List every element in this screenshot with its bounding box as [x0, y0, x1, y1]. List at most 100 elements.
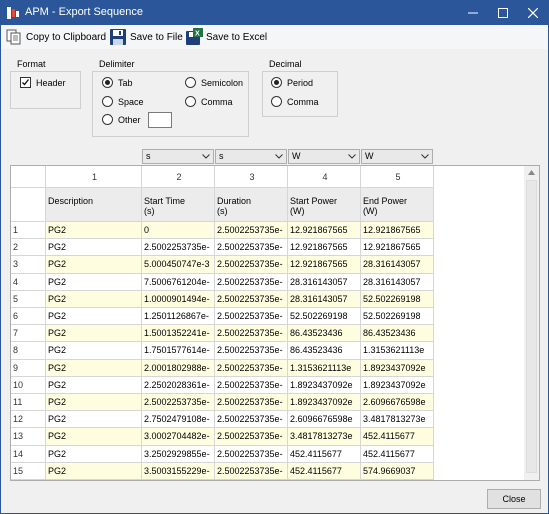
table-cell[interactable]: PG2	[46, 290, 142, 308]
delimiter-tab-radio[interactable]: Tab	[102, 77, 133, 88]
table-cell[interactable]: 1.2501126867e-	[142, 308, 215, 326]
delimiter-other-radio[interactable]: Other	[102, 114, 141, 125]
minimize-button[interactable]	[458, 1, 488, 25]
table-cell[interactable]: PG2	[46, 359, 142, 377]
table-cell[interactable]: 1.3153621113e	[361, 342, 434, 360]
table-cell[interactable]: 1.3153621113e	[288, 359, 361, 377]
table-cell[interactable]: 2.5002253735e-	[215, 428, 288, 446]
decimal-period-radio[interactable]: Period	[271, 77, 313, 88]
table-cell[interactable]: 2.5002253735e-	[215, 222, 288, 240]
table-cell[interactable]: PG2	[46, 308, 142, 326]
decimal-comma-radio[interactable]: Comma	[271, 96, 319, 107]
column-number-header[interactable]: 3	[215, 166, 288, 188]
table-cell[interactable]: 2.5002253735e-	[215, 290, 288, 308]
table-cell[interactable]: 2.2502028361e-	[142, 376, 215, 394]
close-button[interactable]: Close	[487, 489, 541, 509]
table-cell[interactable]: PG2	[46, 222, 142, 240]
table-cell[interactable]: 2.5002253735e-	[142, 239, 215, 257]
table-cell[interactable]: 2.5002253735e-	[215, 342, 288, 360]
table-cell[interactable]: 2.5002253735e-	[215, 308, 288, 326]
table-cell[interactable]: 2.5002253735e-	[215, 325, 288, 343]
table-cell[interactable]: 28.316143057	[361, 273, 434, 291]
delimiter-semicolon-radio[interactable]: Semicolon	[185, 77, 243, 88]
delimiter-space-radio[interactable]: Space	[102, 96, 144, 107]
table-cell[interactable]: 28.316143057	[361, 256, 434, 274]
unit-select-duration[interactable]: s	[215, 149, 287, 164]
header-checkbox[interactable]: Header	[20, 77, 66, 88]
title-bar[interactable]: APM - Export Sequence	[1, 1, 548, 25]
column-number-header[interactable]: 5	[361, 166, 434, 188]
table-cell[interactable]: 2.5002253735e-	[215, 376, 288, 394]
table-cell[interactable]: PG2	[46, 239, 142, 257]
table-cell[interactable]: 2.5002253735e-	[215, 239, 288, 257]
table-cell[interactable]: PG2	[46, 394, 142, 412]
table-cell[interactable]: PG2	[46, 411, 142, 429]
table-cell[interactable]: 28.316143057	[288, 273, 361, 291]
copy-to-clipboard-button[interactable]: Copy to Clipboard	[5, 27, 106, 47]
table-cell[interactable]: 12.921867565	[288, 239, 361, 257]
table-cell[interactable]: 52.502269198	[361, 290, 434, 308]
table-cell[interactable]: 0	[142, 222, 215, 240]
table-cell[interactable]: 1.5001352241e-	[142, 325, 215, 343]
column-number-header[interactable]: 4	[288, 166, 361, 188]
table-cell[interactable]: PG2	[46, 325, 142, 343]
table-cell[interactable]: PG2	[46, 462, 142, 480]
table-cell[interactable]: 2.6096676598e	[288, 411, 361, 429]
table-cell[interactable]: 1.8923437092e	[288, 394, 361, 412]
unit-select-start-time[interactable]: s	[142, 149, 214, 164]
column-name-header[interactable]: Start Time (s)	[142, 188, 215, 222]
vertical-scrollbar[interactable]	[524, 166, 539, 480]
table-cell[interactable]: PG2	[46, 428, 142, 446]
delimiter-other-input[interactable]	[148, 112, 172, 128]
column-name-header[interactable]: Duration (s)	[215, 188, 288, 222]
table-cell[interactable]: 3.4817813273e	[288, 428, 361, 446]
table-cell[interactable]: 3.2502929855e-	[142, 445, 215, 463]
table-cell[interactable]: 12.921867565	[288, 256, 361, 274]
unit-select-end-power[interactable]: W	[361, 149, 433, 164]
close-window-button[interactable]	[518, 1, 548, 25]
table-cell[interactable]: 1.0000901494e-	[142, 290, 215, 308]
table-cell[interactable]: 2.7502479108e-	[142, 411, 215, 429]
table-cell[interactable]: 3.5003155229e-	[142, 462, 215, 480]
column-name-header[interactable]: End Power (W)	[361, 188, 434, 222]
table-cell[interactable]: 2.5002253735e-	[215, 411, 288, 429]
column-number-header[interactable]: 2	[142, 166, 215, 188]
table-cell[interactable]: 1.8923437092e	[361, 359, 434, 377]
table-cell[interactable]: 2.5002253735e-	[215, 445, 288, 463]
table-cell[interactable]: 2.0001802988e-	[142, 359, 215, 377]
table-cell[interactable]: PG2	[46, 342, 142, 360]
table-cell[interactable]: 2.5002253735e-	[215, 359, 288, 377]
maximize-button[interactable]	[488, 1, 518, 25]
table-cell[interactable]: 2.5002253735e-	[215, 256, 288, 274]
column-name-header[interactable]: Description	[46, 188, 142, 222]
table-cell[interactable]: 5.000450747e-3	[142, 256, 215, 274]
table-cell[interactable]: 2.5002253735e-	[215, 273, 288, 291]
table-cell[interactable]: 2.5002253735e-	[142, 394, 215, 412]
table-cell[interactable]: 2.6096676598e	[361, 394, 434, 412]
table-cell[interactable]: 12.921867565	[288, 222, 361, 240]
table-cell[interactable]: 574.9669037	[361, 462, 434, 480]
table-cell[interactable]: 1.8923437092e	[288, 376, 361, 394]
scrollbar-thumb[interactable]	[526, 180, 537, 473]
delimiter-comma-radio[interactable]: Comma	[185, 96, 233, 107]
table-cell[interactable]: PG2	[46, 445, 142, 463]
column-name-header[interactable]: Start Power (W)	[288, 188, 361, 222]
table-cell[interactable]: 28.316143057	[288, 290, 361, 308]
table-cell[interactable]: 452.4115677	[288, 462, 361, 480]
table-cell[interactable]: 12.921867565	[361, 222, 434, 240]
table-cell[interactable]: 452.4115677	[288, 445, 361, 463]
table-cell[interactable]: 86.43523436	[288, 342, 361, 360]
table-cell[interactable]: 1.7501577614e-	[142, 342, 215, 360]
column-number-header[interactable]: 1	[46, 166, 142, 188]
table-cell[interactable]: 2.5002253735e-	[215, 394, 288, 412]
table-cell[interactable]: 452.4115677	[361, 428, 434, 446]
save-to-file-button[interactable]: Save to File	[109, 27, 183, 47]
table-cell[interactable]: 3.0002704482e-	[142, 428, 215, 446]
table-cell[interactable]: 2.5002253735e-	[215, 462, 288, 480]
table-cell[interactable]: 12.921867565	[361, 239, 434, 257]
table-cell[interactable]: 3.4817813273e	[361, 411, 434, 429]
unit-select-start-power[interactable]: W	[288, 149, 360, 164]
data-grid[interactable]: 1 2 3 4 5 Description Start Time (s) Duration (s)…	[10, 165, 540, 481]
table-cell[interactable]: 86.43523436	[361, 325, 434, 343]
table-cell[interactable]: PG2	[46, 256, 142, 274]
